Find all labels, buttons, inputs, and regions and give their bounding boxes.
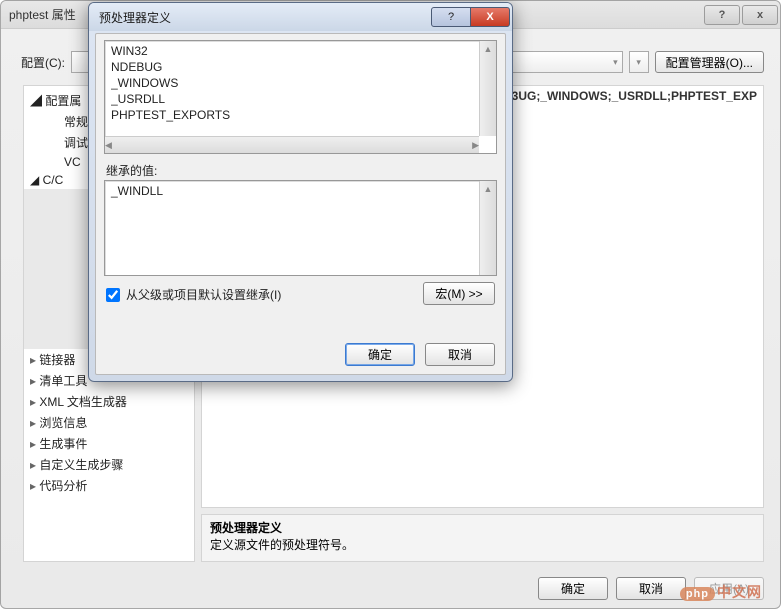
chevron-down-icon: ▾: [613, 57, 618, 68]
dialog-help-button[interactable]: ?: [431, 7, 471, 27]
tree-xmldoc-label: XML 文档生成器: [39, 395, 127, 409]
chevron-down-icon: ▾: [636, 57, 641, 68]
description-body: 定义源文件的预处理符号。: [210, 536, 755, 553]
inherited-label: 继承的值:: [106, 162, 157, 179]
config-label: 配置(C):: [21, 54, 65, 71]
tree-vc-label: VC: [64, 155, 81, 169]
tree-manifest-label: 清单工具: [39, 374, 87, 388]
inherited-content: _WINDLL: [111, 183, 476, 273]
def-line[interactable]: WIN32: [111, 43, 476, 59]
dialog-ok-button[interactable]: 确定: [345, 343, 415, 366]
tree-browse[interactable]: 浏览信息: [24, 412, 194, 433]
outer-apply-button[interactable]: 应用(A): [694, 577, 764, 600]
outer-cancel-label: 取消: [639, 580, 663, 597]
tree-browse-label: 浏览信息: [39, 416, 87, 430]
scroll-right-icon[interactable]: ▶: [472, 137, 479, 153]
tree-root-label: 配置属: [45, 94, 81, 108]
config-manager-button[interactable]: 配置管理器(O)...: [655, 51, 764, 73]
dialog-window-buttons: ? X: [432, 7, 510, 27]
inherit-checkbox[interactable]: [106, 288, 120, 302]
tree-linker-label: 链接器: [39, 353, 75, 367]
dialog-cancel-button[interactable]: 取消: [425, 343, 495, 366]
close-button[interactable]: x: [742, 5, 778, 25]
outer-cancel-button[interactable]: 取消: [616, 577, 686, 600]
description-panel: 预处理器定义 定义源文件的预处理符号。: [201, 514, 764, 562]
scroll-left-icon[interactable]: ◀: [105, 137, 112, 153]
macros-button[interactable]: 宏(M) >>: [423, 282, 495, 305]
outer-ok-label: 确定: [561, 580, 585, 597]
dialog-body: WIN32 NDEBUG _WINDOWS _USRDLL PHPTEST_EX…: [95, 33, 506, 375]
outer-window-buttons: ? x: [704, 5, 778, 25]
config-dropdown-2[interactable]: ▾: [629, 51, 649, 73]
definitions-listbox[interactable]: WIN32 NDEBUG _WINDOWS _USRDLL PHPTEST_EX…: [104, 40, 497, 154]
inherited-listbox[interactable]: _WINDLL ▲: [104, 180, 497, 276]
config-manager-label: 配置管理器(O)...: [666, 54, 753, 71]
description-title: 预处理器定义: [210, 519, 755, 536]
definitions-content[interactable]: WIN32 NDEBUG _WINDOWS _USRDLL PHPTEST_EX…: [111, 43, 476, 135]
tree-debug-label: 调试: [64, 136, 88, 150]
def-line[interactable]: PHPTEST_EXPORTS: [111, 107, 476, 123]
dialog-close-button[interactable]: X: [470, 7, 510, 27]
inherited-line: _WINDLL: [111, 183, 476, 199]
tree-general-label: 常规: [64, 115, 88, 129]
dialog-ok-label: 确定: [368, 346, 392, 363]
dialog-titlebar: 预处理器定义 ? X: [89, 3, 512, 31]
dialog-footer: 确定 取消: [345, 343, 495, 366]
tree-codean-label: 代码分析: [39, 479, 87, 493]
scroll-up-icon[interactable]: ▲: [480, 41, 496, 57]
definitions-hscrollbar[interactable]: ◀ ▶: [105, 136, 479, 153]
tree-buildevt-label: 生成事件: [39, 437, 87, 451]
dialog-cancel-label: 取消: [448, 346, 472, 363]
help-button[interactable]: ?: [704, 5, 740, 25]
inherited-vscrollbar[interactable]: ▲: [479, 181, 496, 275]
inherit-checkbox-row[interactable]: 从父级或项目默认设置继承(I): [106, 286, 281, 303]
tree-cc-label: C/C: [43, 173, 64, 187]
def-line[interactable]: _USRDLL: [111, 91, 476, 107]
outer-footer: 确定 取消 应用(A): [538, 577, 764, 600]
dialog-title: 预处理器定义: [99, 9, 171, 26]
def-line[interactable]: _WINDOWS: [111, 75, 476, 91]
tree-xmldoc[interactable]: XML 文档生成器: [24, 391, 194, 412]
def-line[interactable]: NDEBUG: [111, 59, 476, 75]
outer-apply-label: 应用(A): [709, 580, 749, 597]
tree-custom[interactable]: 自定义生成步骤: [24, 454, 194, 475]
definitions-vscrollbar[interactable]: ▲: [479, 41, 496, 136]
preprocessor-dialog: 预处理器定义 ? X WIN32 NDEBUG _WINDOWS _USRDLL…: [88, 2, 513, 382]
scroll-up-icon[interactable]: ▲: [480, 181, 496, 197]
tree-custom-label: 自定义生成步骤: [39, 458, 123, 472]
macros-label: 宏(M) >>: [435, 285, 482, 302]
tree-buildevt[interactable]: 生成事件: [24, 433, 194, 454]
inherit-checkbox-label: 从父级或项目默认设置继承(I): [126, 286, 281, 303]
tree-codean[interactable]: 代码分析: [24, 475, 194, 496]
properties-title: phptest 属性: [9, 6, 76, 23]
outer-ok-button[interactable]: 确定: [538, 577, 608, 600]
